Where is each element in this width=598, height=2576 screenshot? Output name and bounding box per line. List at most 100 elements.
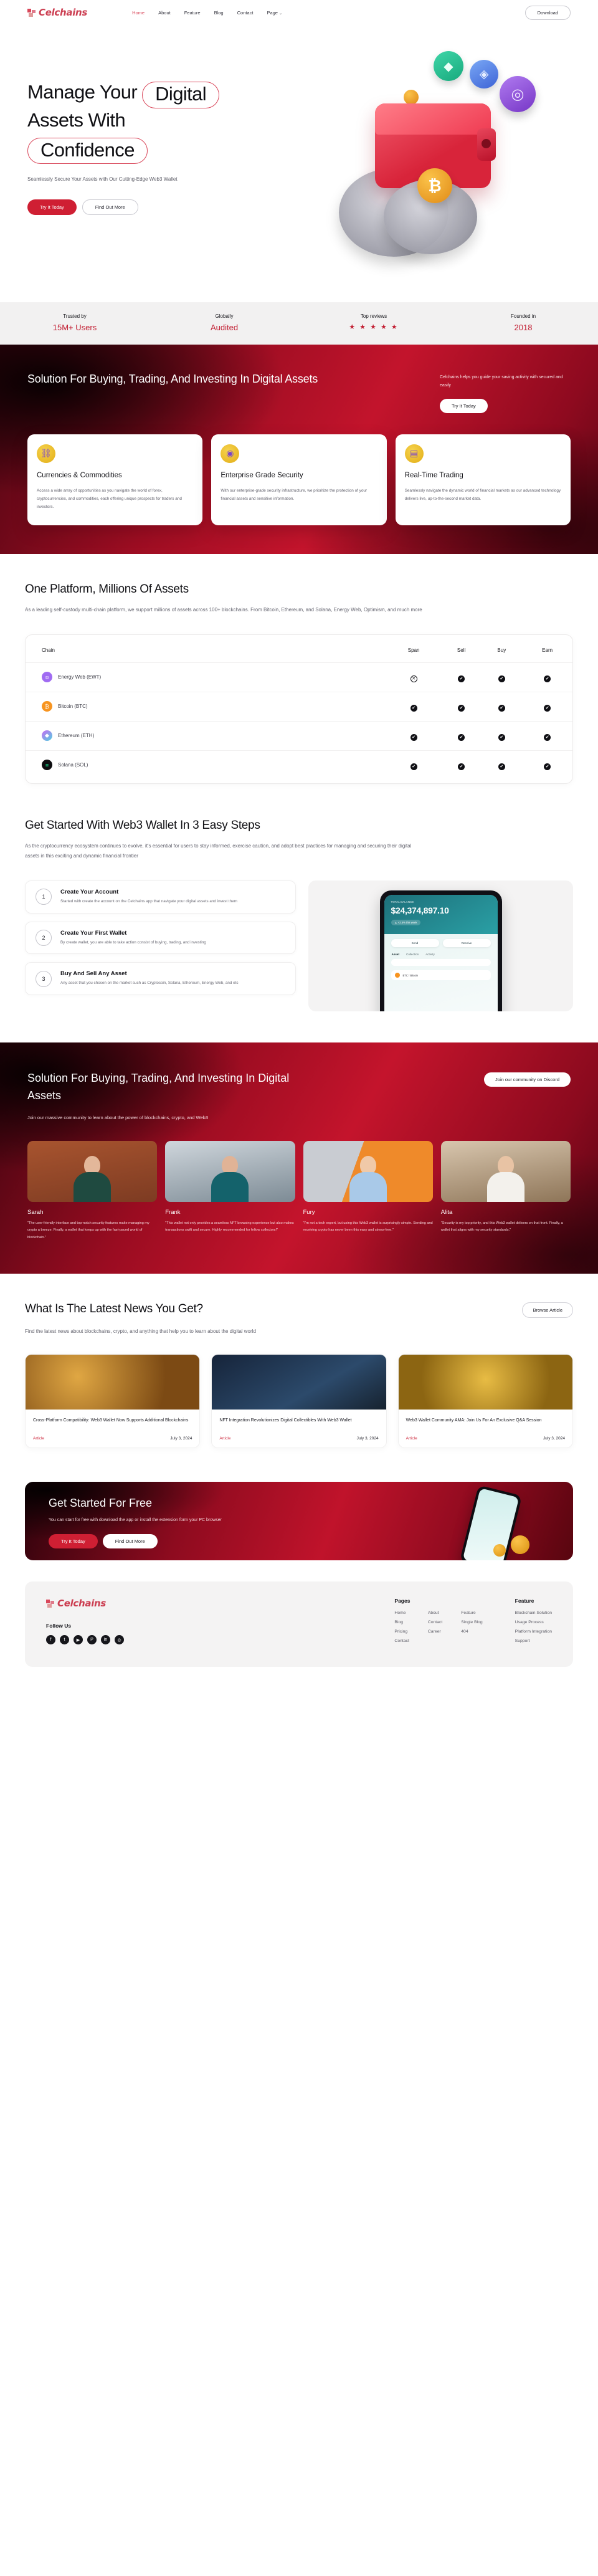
star-rating-icon: ★ ★ ★ ★ ★ <box>349 323 399 331</box>
linkedin-icon[interactable]: in <box>101 1635 110 1645</box>
footer-link[interactable]: Contact <box>428 1620 442 1624</box>
phone-tab-activity[interactable]: Activity <box>425 953 435 956</box>
nav-item-home[interactable]: Home <box>132 10 145 16</box>
testimonials-heading: Solution For Buying, Trading, And Invest… <box>27 1072 290 1102</box>
table-row[interactable]: ʊ Energy Web (EWT) ✕ ✔ ✔ ✔ <box>26 662 572 692</box>
news-tag[interactable]: Article <box>406 1436 417 1441</box>
feature-card-security[interactable]: ◉ Enterprise Grade Security With our ent… <box>211 434 387 525</box>
footer-follow-title: Follow Us <box>46 1623 72 1629</box>
step-item-1[interactable]: 1 Create Your Account Started with creat… <box>25 880 296 914</box>
testimonial-name: Alita <box>440 1209 453 1216</box>
cta-learn-button[interactable]: Find Out More <box>102 1534 158 1549</box>
footer-link[interactable]: Platform Integration <box>515 1629 552 1634</box>
trust-value: Audited <box>210 323 239 332</box>
footer-link[interactable]: Career <box>428 1629 442 1634</box>
shield-security-icon: ◉ <box>221 444 240 463</box>
step-item-2[interactable]: 2 Create Your First Wallet By create wal… <box>25 921 296 955</box>
news-tag[interactable]: Article <box>33 1436 44 1441</box>
trust-label: Trusted by <box>63 313 87 319</box>
table-row[interactable]: ◆ Ethereum (ETH) ✔ ✔ ✔ ✔ <box>26 720 572 750</box>
twitter-icon[interactable]: t <box>60 1635 69 1645</box>
testimonial-name: Fury <box>303 1209 315 1216</box>
phone-balance-label: TOTAL BALANCE <box>391 900 414 904</box>
check-icon: ✔ <box>458 675 465 682</box>
footer-link[interactable]: Contact <box>394 1639 409 1643</box>
footer-link[interactable]: Single Blog <box>461 1620 482 1624</box>
footer-link[interactable]: Home <box>394 1611 409 1615</box>
check-icon: ✔ <box>410 763 417 770</box>
phone-tab-asset[interactable]: Asset <box>392 953 400 956</box>
footer-link[interactable]: 404 <box>461 1629 482 1634</box>
footer-link[interactable]: Pricing <box>394 1629 409 1634</box>
instagram-icon[interactable]: ◎ <box>115 1635 124 1645</box>
testimonial-quote: "This wallet not only provides a seamles… <box>165 1221 294 1233</box>
celchains-mark-icon <box>27 8 36 17</box>
phone-search-input[interactable] <box>391 959 491 966</box>
check-icon: ✔ <box>410 733 417 741</box>
footer-brand[interactable]: Celchains <box>46 1598 189 1609</box>
hero-try-button[interactable]: Try It Today <box>27 199 77 215</box>
nav-item-contact[interactable]: Contact <box>237 10 254 16</box>
feature-card-body: With our enterprise-grade security infra… <box>221 489 368 502</box>
news-card-1[interactable]: Cross-Platform Compatibility: Web3 Walle… <box>25 1354 201 1449</box>
news-heading: What Is The Latest News You Get? <box>25 1302 203 1315</box>
chain-name: Bitcoin (BTC) <box>58 704 88 709</box>
feature-card-title: Currencies & Commodities <box>37 471 122 479</box>
testimonial-card-alita: Alita "Security is my top priority, and … <box>440 1141 571 1241</box>
youtube-icon[interactable]: ▶ <box>74 1635 83 1645</box>
news-tag[interactable]: Article <box>219 1436 230 1441</box>
footer-link[interactable]: Usage Process <box>515 1620 552 1624</box>
feature-card-trading[interactable]: ▤ Real-Time Trading Seamlessly navigate … <box>395 434 571 525</box>
nav-item-about[interactable]: About <box>158 10 171 16</box>
eth-token-icon: ◆ <box>42 730 52 741</box>
browse-article-button[interactable]: Browse Article <box>522 1302 573 1318</box>
footer-link[interactable]: Support <box>515 1639 552 1643</box>
nav-item-blog[interactable]: Blog <box>214 10 224 16</box>
cta-try-button[interactable]: Try It Today <box>49 1534 98 1549</box>
trust-label: Globally <box>215 313 234 319</box>
nav-item-feature[interactable]: Feature <box>184 10 201 16</box>
check-icon: ✔ <box>544 733 551 741</box>
nav-item-page[interactable]: Page ⌄ <box>267 10 282 16</box>
site-footer: Celchains Follow Us f t ▶ P in ◎ Pages H… <box>25 1581 573 1667</box>
phone-asset-row[interactable]: BTC / Bitcoin <box>391 970 491 981</box>
footer-link[interactable]: Blockchain Solution <box>515 1611 552 1615</box>
table-row[interactable]: ≡ Solana (SOL) ✔ ✔ ✔ ✔ <box>26 750 572 780</box>
testimonial-quote: "I'm not a tech expert, but using this W… <box>303 1221 433 1233</box>
cell-span: ✔ <box>386 720 442 750</box>
news-card-2[interactable]: NFT Integration Revolutionizes Digital C… <box>211 1354 387 1449</box>
news-card-3[interactable]: Web3 Wallet Community AMA: Join Us For A… <box>397 1354 573 1449</box>
cta-coin-icon <box>511 1535 529 1555</box>
news-thumbnail <box>212 1355 386 1410</box>
solution-try-button[interactable]: Try It Today <box>440 398 488 413</box>
trust-label: Founded in <box>510 313 536 319</box>
hero-heading: Manage Your Digital Assets With Confiden… <box>27 79 289 165</box>
hero-section: Manage Your Digital Assets With Confiden… <box>0 25 598 302</box>
hero-learn-button[interactable]: Find Out More <box>82 199 138 215</box>
phone-receive-button[interactable]: Receive <box>442 939 491 948</box>
table-row[interactable]: ₿ Bitcoin (BTC) ✔ ✔ ✔ ✔ <box>26 691 572 721</box>
news-date: July 3, 2024 <box>543 1436 565 1441</box>
phone-tab-collection[interactable]: Collection <box>406 953 419 956</box>
phone-change-badge: ▲ +2.5% this week <box>391 920 421 926</box>
cell-earn: ✔ <box>522 720 572 750</box>
join-discord-button[interactable]: Join our community on Discord <box>484 1072 571 1087</box>
footer-link[interactable]: Blog <box>394 1620 409 1624</box>
phone-send-button[interactable]: Send <box>391 939 439 948</box>
download-button[interactable]: Download <box>524 5 571 20</box>
footer-link[interactable]: About <box>428 1611 442 1615</box>
steps-subtitle: As the cryptocurrency ecosystem continue… <box>25 842 412 859</box>
news-date: July 3, 2024 <box>356 1436 379 1441</box>
step-item-3[interactable]: 3 Buy And Sell Any Asset Any asset that … <box>25 962 296 996</box>
sol-token-icon: ≡ <box>42 760 52 770</box>
platform-heading: One Platform, Millions Of Assets <box>25 582 189 596</box>
brand-logo[interactable]: Celchains <box>27 7 87 18</box>
check-icon: ✔ <box>458 733 465 741</box>
cell-sell: ✔ <box>441 691 482 721</box>
feature-card-currencies[interactable]: ⛓ Currencies & Commodities Access a wide… <box>27 434 203 525</box>
pinterest-icon[interactable]: P <box>87 1635 97 1645</box>
solution-heading: Solution For Buying, Trading, And Invest… <box>27 373 318 385</box>
facebook-icon[interactable]: f <box>46 1635 55 1645</box>
footer-link[interactable]: Feature <box>461 1611 482 1615</box>
step-number: 1 <box>36 889 52 905</box>
